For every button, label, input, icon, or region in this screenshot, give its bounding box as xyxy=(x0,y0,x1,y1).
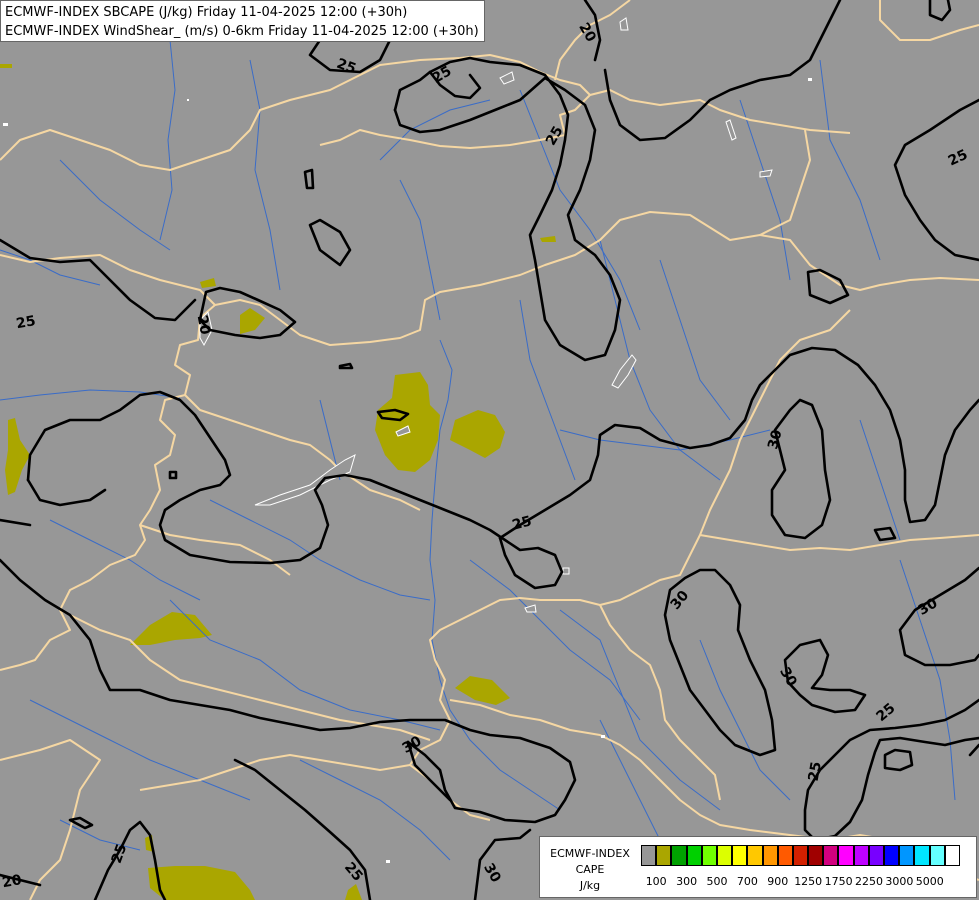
contour-label: 20 xyxy=(1,872,23,891)
legend-swatch xyxy=(884,845,900,866)
cape-legend: ECMWF-INDEX CAPE J/kg 100 300 500 700 900 125… xyxy=(539,836,977,898)
title-windshear: ECMWF-INDEX WindShear_ (m/s) 0-6km Frida… xyxy=(5,24,479,39)
legend-swatch xyxy=(838,845,854,866)
legend-title-variable: CAPE xyxy=(575,863,605,876)
legend-swatch xyxy=(732,845,748,866)
map-title-box: ECMWF-INDEX SBCAPE (J/kg) Friday 11-04-2… xyxy=(0,0,485,42)
legend-swatch xyxy=(914,845,930,866)
legend-tick-label: 2250 xyxy=(855,875,883,888)
legend-swatch xyxy=(944,845,960,866)
legend-tick-label: 3000 xyxy=(885,875,914,888)
legend-swatch xyxy=(792,845,809,866)
legend-swatch xyxy=(716,845,733,866)
legend-tick-label: 1750 xyxy=(824,875,853,888)
legend-title-source: ECMWF-INDEX xyxy=(550,847,630,860)
legend-swatch xyxy=(701,845,717,866)
contour-label: 25 xyxy=(806,760,825,782)
legend-swatch xyxy=(686,845,702,866)
legend-title-unit: J/kg xyxy=(579,879,601,892)
legend-title: ECMWF-INDEX CAPE J/kg xyxy=(543,846,637,894)
legend-swatch xyxy=(641,845,657,866)
legend-swatch xyxy=(671,845,687,866)
legend-swatch xyxy=(762,845,778,866)
legend-swatch xyxy=(868,845,884,866)
legend-swatch xyxy=(656,845,672,866)
legend-swatch xyxy=(777,845,793,866)
title-sbcape: ECMWF-INDEX SBCAPE (J/kg) Friday 11-04-2… xyxy=(5,5,408,20)
legend-tick-label: 700 xyxy=(736,875,758,888)
cape-area-tiny xyxy=(0,64,12,68)
legend-tick-label: 100 xyxy=(645,875,667,888)
weather-map[interactable]: 25 25 20 25 25 20 25 25 30 25 30 30 30 2… xyxy=(0,0,979,900)
legend-swatch xyxy=(929,845,945,866)
legend-swatch xyxy=(808,845,824,866)
legend-swatch xyxy=(747,845,763,866)
legend-tick-label: 5000 xyxy=(915,875,944,888)
legend-tick-label: 1250 xyxy=(794,875,823,888)
legend-tick-label: 300 xyxy=(676,875,698,888)
legend-swatch xyxy=(899,845,915,866)
contour-label: 25 xyxy=(15,313,37,332)
legend-color-scale xyxy=(641,845,960,866)
legend-tick-labels: 100 300 500 700 900 1250 1750 2250 3000 5000 xyxy=(641,875,973,891)
legend-tick-label: 900 xyxy=(767,875,789,888)
contour-label: 20 xyxy=(194,314,213,336)
legend-swatch xyxy=(823,845,839,866)
legend-swatch xyxy=(853,845,869,866)
legend-tick-label: 500 xyxy=(706,875,728,888)
